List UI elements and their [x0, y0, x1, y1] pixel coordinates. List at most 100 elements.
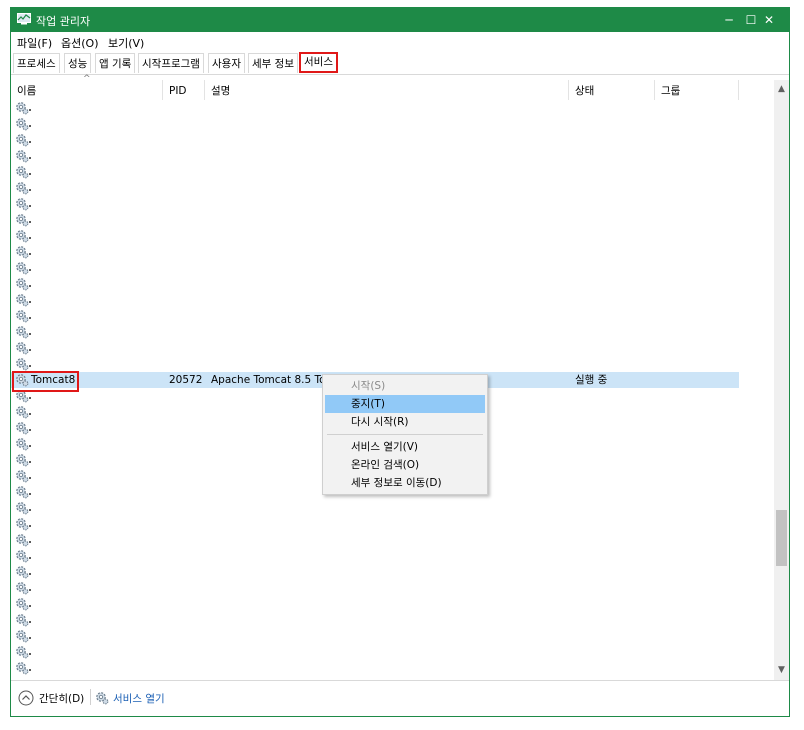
service-row[interactable] [11, 628, 739, 644]
service-row[interactable] [11, 228, 739, 244]
service-row[interactable] [11, 644, 739, 660]
truncated-name-marker [29, 541, 31, 543]
truncated-name-marker [29, 589, 31, 591]
service-row[interactable] [11, 260, 739, 276]
service-row[interactable] [11, 132, 739, 148]
scroll-up-icon[interactable]: ▲ [774, 82, 789, 97]
tab-details[interactable]: 세부 정보 [248, 53, 298, 73]
truncated-name-marker [29, 285, 31, 287]
gear-icon [16, 486, 29, 499]
tab-processes[interactable]: 프로세스 [13, 53, 60, 73]
tab-startup[interactable]: 시작프로그램 [138, 53, 204, 73]
service-row[interactable] [11, 532, 739, 548]
truncated-name-marker [29, 637, 31, 639]
service-row[interactable] [11, 100, 739, 116]
collapse-link[interactable]: 간단히(D) [39, 691, 84, 706]
gear-icon [16, 182, 29, 195]
column-group[interactable]: 그룹 [655, 80, 739, 100]
service-row[interactable] [11, 340, 739, 356]
service-row[interactable] [11, 276, 739, 292]
truncated-name-marker [29, 365, 31, 367]
service-row[interactable] [11, 324, 739, 340]
column-status[interactable]: 상태 [569, 80, 655, 100]
truncated-name-marker [29, 317, 31, 319]
task-manager-window: 작업 관리자 ─ ☐ ✕ 파일(F) 옵션(O) 보기(V) 프로세스 성능 앱… [10, 7, 790, 717]
service-row[interactable] [11, 548, 739, 564]
gear-icon [16, 582, 29, 595]
context-search-online[interactable]: 온라인 검색(O) [325, 456, 485, 474]
service-row[interactable] [11, 196, 739, 212]
context-menu: 시작(S) 중지(T) 다시 시작(R) 서비스 열기(V) 온라인 검색(O)… [322, 374, 488, 495]
gear-icon [16, 518, 29, 531]
service-row[interactable] [11, 660, 739, 676]
tab-performance[interactable]: 성능 [64, 53, 92, 73]
chevron-up-circle-icon[interactable] [18, 690, 34, 706]
truncated-name-marker [29, 269, 31, 271]
truncated-name-marker [29, 109, 31, 111]
context-separator [327, 434, 483, 435]
menu-options[interactable]: 옵션(O) [61, 35, 98, 51]
close-button[interactable]: ✕ [749, 8, 789, 32]
service-row[interactable] [11, 516, 739, 532]
context-go-to-details[interactable]: 세부 정보로 이동(D) [325, 474, 485, 492]
service-row[interactable] [11, 164, 739, 180]
gear-icon [16, 614, 29, 627]
gear-icon [16, 310, 29, 323]
service-status: 실행 중 [575, 374, 608, 386]
title-bar: 작업 관리자 ─ ☐ ✕ [11, 8, 789, 32]
service-row[interactable] [11, 148, 739, 164]
menu-file[interactable]: 파일(F) [17, 35, 52, 51]
context-start[interactable]: 시작(S) [325, 377, 485, 395]
gear-icon [16, 550, 29, 563]
gear-icon [16, 662, 29, 675]
truncated-name-marker [29, 429, 31, 431]
tab-users[interactable]: 사용자 [208, 53, 245, 73]
open-services-link[interactable]: 서비스 열기 [113, 691, 165, 706]
context-open-services[interactable]: 서비스 열기(V) [325, 438, 485, 456]
context-restart[interactable]: 다시 시작(R) [325, 413, 485, 431]
tomcat-highlight-box [12, 371, 79, 392]
service-row[interactable] [11, 116, 739, 132]
column-pid[interactable]: PID [163, 80, 205, 100]
service-row[interactable] [11, 292, 739, 308]
truncated-name-marker [29, 333, 31, 335]
gear-icon [16, 566, 29, 579]
tab-bar: 프로세스 성능 앱 기록 시작프로그램 사용자 세부 정보 서비스 [11, 52, 789, 75]
scroll-thumb[interactable] [776, 510, 787, 566]
truncated-name-marker [29, 669, 31, 671]
window-title: 작업 관리자 [36, 15, 91, 28]
truncated-name-marker [29, 173, 31, 175]
truncated-name-marker [29, 349, 31, 351]
truncated-name-marker [29, 477, 31, 479]
service-row[interactable] [11, 308, 739, 324]
service-row[interactable] [11, 580, 739, 596]
service-row[interactable] [11, 564, 739, 580]
truncated-name-marker [29, 397, 31, 399]
service-row[interactable] [11, 500, 739, 516]
gear-icon [16, 454, 29, 467]
vertical-scrollbar[interactable]: ▲ ▼ [774, 80, 789, 680]
gear-icon [16, 646, 29, 659]
service-row[interactable] [11, 612, 739, 628]
truncated-name-marker [29, 205, 31, 207]
context-stop[interactable]: 중지(T) [325, 395, 485, 413]
gear-icon [16, 246, 29, 259]
gear-icon [16, 278, 29, 291]
service-row[interactable] [11, 356, 739, 372]
footer-separator [90, 689, 91, 705]
service-row[interactable] [11, 596, 739, 612]
truncated-name-marker [29, 573, 31, 575]
column-name[interactable]: 이름 [11, 80, 163, 100]
service-row[interactable] [11, 212, 739, 228]
service-row[interactable] [11, 244, 739, 260]
tab-services[interactable]: 서비스 [299, 52, 338, 73]
gear-icon [16, 118, 29, 131]
gear-icon [16, 262, 29, 275]
tab-app-history[interactable]: 앱 기록 [95, 53, 136, 73]
gear-icon [16, 102, 29, 115]
scroll-down-icon[interactable]: ▼ [774, 663, 789, 678]
column-description[interactable]: 설명 [205, 80, 569, 100]
service-row[interactable] [11, 180, 739, 196]
menu-view[interactable]: 보기(V) [108, 35, 144, 51]
truncated-name-marker [29, 157, 31, 159]
